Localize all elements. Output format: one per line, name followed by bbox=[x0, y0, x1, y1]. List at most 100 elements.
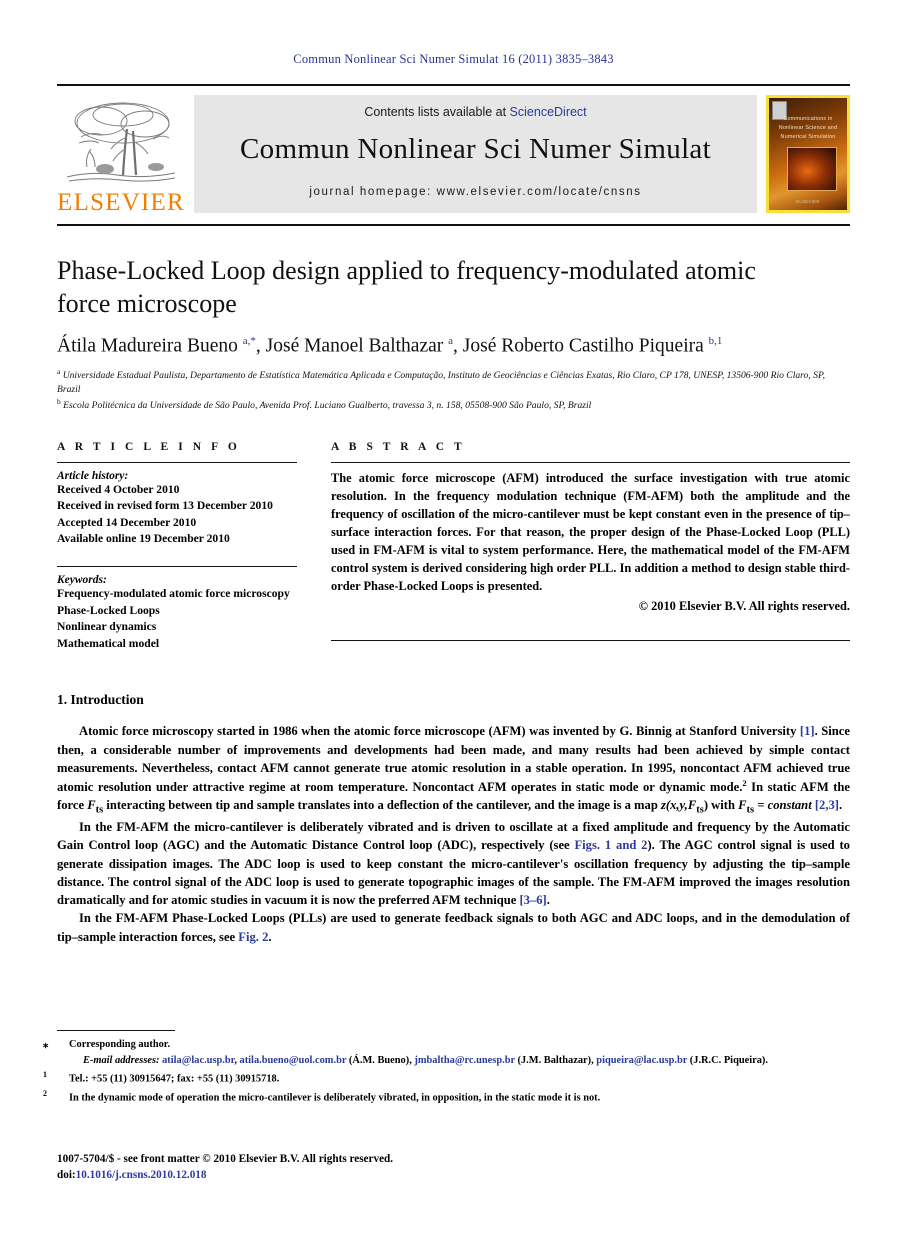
article-info-column: A R T I C L E I N F O Article history: R… bbox=[57, 441, 297, 653]
sciencedirect-link[interactable]: ScienceDirect bbox=[510, 105, 587, 119]
journal-cover-thumbnail: Communications in Nonlinear Science and … bbox=[766, 95, 850, 213]
contents-available-line: Contents lists available at ScienceDirec… bbox=[364, 105, 586, 119]
keyword-item: Phase-Locked Loops bbox=[57, 603, 160, 617]
symbol-map-z: z(x,y,F bbox=[661, 798, 697, 813]
info-abstract-row: A R T I C L E I N F O Article history: R… bbox=[57, 441, 850, 653]
author-list: Átila Madureira Bueno a,*, José Manoel B… bbox=[57, 335, 723, 357]
abstract-heading: A B S T R A C T bbox=[331, 440, 466, 453]
running-head: Commun Nonlinear Sci Numer Simulat 16 (2… bbox=[293, 52, 614, 66]
cover-publisher-text: ELSEVIER bbox=[796, 199, 820, 204]
history-item: Accepted 14 December 2010 bbox=[57, 515, 197, 529]
para3-text-a: In the FM-AFM Phase-Locked Loops (PLLs) … bbox=[57, 911, 850, 944]
footnote-2: 2 In the dynamic mode of operation the mi… bbox=[43, 1088, 850, 1107]
issn-front-matter-line: 1007-5704/$ - see front matter © 2010 El… bbox=[57, 1153, 394, 1165]
para1-text-d: interacting between tip and sample trans… bbox=[103, 798, 662, 813]
email-sep-2: (J.M. Balthazar), bbox=[514, 1055, 597, 1067]
email-link[interactable]: atila@lac.usp.br bbox=[162, 1055, 234, 1066]
affiliation-mark-a: a bbox=[57, 366, 61, 376]
symbol-f-ts: F bbox=[87, 798, 96, 813]
cover-title-text: Communications in Nonlinear Science and … bbox=[778, 116, 838, 140]
doi-label: doi: bbox=[57, 1168, 76, 1181]
para1-text-map-end: ) with bbox=[703, 798, 739, 813]
affiliation-b: b Escola Politécnica da Universidade de … bbox=[57, 397, 850, 413]
keyword-item: Nonlinear dynamics bbox=[57, 620, 157, 634]
journal-title: Commun Nonlinear Sci Numer Simulat bbox=[240, 133, 711, 165]
author-affil-mark: a bbox=[448, 335, 454, 348]
introduction-section: 1. Introduction Atomic force microscopy … bbox=[57, 692, 850, 946]
paragraph-3: In the FM-AFM Phase-Locked Loops (PLLs) … bbox=[57, 909, 850, 946]
keywords-rule bbox=[57, 566, 297, 568]
keyword-item: Mathematical model bbox=[57, 636, 160, 650]
footnote-emails: E-mail addresses: atila@lac.usp.br, atil… bbox=[57, 1053, 850, 1069]
contents-prefix: Contents lists available at bbox=[364, 105, 510, 119]
para1-text-a: Atomic force microscopy started in 1986 … bbox=[79, 724, 800, 739]
footnote-1-marker: 1 bbox=[43, 1069, 69, 1088]
paragraph-2: In the FM-AFM the micro-cantilever is de… bbox=[57, 818, 850, 909]
citation-link-23[interactable]: [2,3] bbox=[815, 798, 839, 812]
journal-band: Contents lists available at ScienceDirec… bbox=[194, 95, 757, 213]
article-info-rule bbox=[57, 461, 297, 463]
journal-article-page: Commun Nonlinear Sci Numer Simulat 16 (2… bbox=[0, 0, 907, 1238]
para1-text-end: . bbox=[838, 798, 843, 813]
footnote-1-marker-sup: 1 bbox=[43, 1070, 47, 1080]
symbol-subscript-ts-2: ts bbox=[746, 804, 755, 816]
history-item: Received in revised form 13 December 201… bbox=[57, 499, 273, 513]
footnote-2-marker-sup: 2 bbox=[43, 1088, 47, 1098]
keywords-block: Keywords: Frequency-modulated atomic for… bbox=[57, 566, 297, 652]
footnote-1: 1 Tel.: +55 (11) 30915647; fax: +55 (11) … bbox=[43, 1069, 850, 1088]
elsevier-wordmark: ELSEVIER bbox=[57, 189, 185, 216]
abstract-rule bbox=[331, 461, 850, 463]
keywords-list: Frequency-modulated atomic force microsc… bbox=[57, 586, 297, 652]
email-addresses-label: E-mail addresses: bbox=[83, 1055, 160, 1067]
footnote-1-text: Tel.: +55 (11) 30915647; fax: +55 (11) 3… bbox=[69, 1073, 280, 1085]
section-heading-introduction: 1. Introduction bbox=[57, 692, 144, 708]
elsevier-logo: ELSEVIER bbox=[57, 95, 185, 215]
page-title: Phase-Locked Loop design applied to freq… bbox=[57, 256, 756, 319]
citation-link-1[interactable]: [1] bbox=[800, 724, 815, 738]
affiliation-a: a Universidade Estadual Paulista, Depart… bbox=[57, 367, 850, 397]
footnote-asterisk-marker: ⁎ bbox=[43, 1039, 49, 1050]
author-affil-mark: a,* bbox=[242, 335, 256, 348]
abstract-bottom-rule bbox=[331, 639, 850, 641]
para1-constant: = constant bbox=[754, 798, 815, 813]
para2-text-end: . bbox=[546, 893, 550, 908]
article-history-label: Article history: bbox=[57, 469, 129, 482]
footnote-corresponding-author: ⁎ Corresponding author. bbox=[43, 1037, 850, 1053]
email-sep-3: (J.R.C. Piqueira). bbox=[687, 1055, 768, 1067]
history-item: Received 4 October 2010 bbox=[57, 482, 180, 496]
affiliations: a Universidade Estadual Paulista, Depart… bbox=[57, 367, 850, 413]
symbol-map-subscript: ts bbox=[696, 804, 704, 816]
figure-link-1-2[interactable]: Figs. 1 and 2 bbox=[574, 838, 647, 852]
keyword-item: Frequency-modulated atomic force microsc… bbox=[57, 587, 290, 601]
footnote-2-marker: 2 bbox=[43, 1088, 69, 1107]
keywords-label: Keywords: bbox=[57, 574, 107, 587]
citation-link-36[interactable]: [3–6] bbox=[519, 893, 546, 907]
paragraph-1: Atomic force microscopy started in 1986 … bbox=[57, 722, 850, 818]
footnote-2-text: In the dynamic mode of operation the mic… bbox=[69, 1092, 601, 1104]
footnote-separator-rule bbox=[57, 1030, 175, 1031]
doi-line: doi:10.1016/j.cnsns.2010.12.018 bbox=[57, 1168, 393, 1184]
history-item: Available online 19 December 2010 bbox=[57, 531, 230, 545]
email-link[interactable]: piqueira@lac.usp.br bbox=[596, 1055, 687, 1066]
journal-masthead: ELSEVIER Contents lists available at Sci… bbox=[57, 84, 850, 215]
figure-link-2[interactable]: Fig. 2 bbox=[238, 930, 268, 944]
article-info-heading: A R T I C L E I N F O bbox=[57, 440, 241, 453]
abstract-copyright: © 2010 Elsevier B.V. All rights reserved… bbox=[638, 598, 850, 613]
email-link[interactable]: jmbaltha@rc.unesp.br bbox=[414, 1055, 515, 1066]
imprint-block: 1007-5704/$ - see front matter © 2010 El… bbox=[57, 1152, 393, 1184]
author-affil-mark: b,1 bbox=[708, 335, 723, 348]
masthead-bottom-rule bbox=[57, 224, 850, 226]
symbol-f-ts-2: F bbox=[738, 798, 747, 813]
journal-homepage-link[interactable]: journal homepage: www.elsevier.com/locat… bbox=[309, 186, 641, 198]
footnote-corresponding-text: Corresponding author. bbox=[69, 1039, 171, 1050]
abstract-column: A B S T R A C T The atomic force microsc… bbox=[331, 441, 850, 653]
abstract-text: The atomic force microscope (AFM) introd… bbox=[331, 470, 850, 593]
footnotes-block: ⁎ Corresponding author. E-mail addresses:… bbox=[43, 1030, 850, 1107]
email-link[interactable]: atila.bueno@uol.com.br bbox=[240, 1055, 347, 1066]
email-sep-1: (Á.M. Bueno), bbox=[346, 1055, 415, 1067]
para3-text-end: . bbox=[268, 929, 272, 944]
affiliation-b-text: Escola Politécnica da Universidade de Sã… bbox=[63, 399, 592, 411]
elsevier-tree-icon bbox=[61, 97, 181, 189]
doi-link[interactable]: 10.1016/j.cnsns.2010.12.018 bbox=[76, 1169, 207, 1181]
affiliation-a-text: Universidade Estadual Paulista, Departam… bbox=[57, 369, 825, 395]
